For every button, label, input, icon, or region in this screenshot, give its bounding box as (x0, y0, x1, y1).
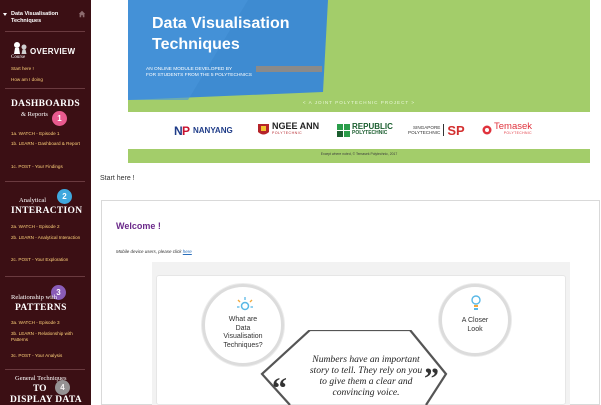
section-4-badge: 4 (55, 380, 70, 395)
temasek-mark (482, 125, 492, 135)
section-heading-start-here: Start here ! (100, 175, 135, 182)
quote-line4: convincing voice. (332, 387, 400, 398)
sp-text-2: POLYTECHNIC (408, 130, 441, 135)
section-1-subtitle: & Reports (21, 111, 48, 118)
course-sidebar: Data Visualisation Techniques OVERVIEW C… (0, 0, 91, 405)
what-are-line1: What are (228, 316, 258, 323)
section-1-title: DASHBOARDS (11, 99, 80, 109)
link-1a[interactable]: 1a. WATCH - Episode 1 (11, 131, 87, 137)
nyp-logo-text: NANYANG (193, 125, 233, 135)
link-3b[interactable]: 3b. LEARN - Relationship with Patterns (11, 331, 87, 342)
section-3-subtitle: Relationship with (11, 294, 58, 301)
republic-logo: REPUBLIC POLYTECHNIC (337, 122, 393, 138)
app-root: Data Visualisation Techniques OVERVIEW C… (0, 0, 601, 405)
mobile-note: Mobile device users, please click here (116, 249, 192, 254)
link-2b[interactable]: 2b. LEARN - Analytical Interaction (11, 235, 87, 241)
lightbulb-icon (471, 295, 481, 310)
divider (5, 31, 85, 32)
mobile-note-text: Mobile device users, please click (116, 249, 183, 254)
closer-look-line1: A Closer (461, 317, 489, 324)
divider (5, 369, 85, 370)
republic-mark (337, 123, 350, 137)
banner-subtitle-line1: AN ONLINE MODULE DEVELOPED BY (146, 67, 233, 72)
ngee-ann-crest (258, 123, 269, 134)
divider (5, 88, 85, 89)
sp-mark: SP (447, 122, 465, 138)
link-2c[interactable]: 2c. POST - Your Exploration (11, 257, 87, 263)
link-start-here[interactable]: Start here ! (11, 66, 87, 72)
chess-pieces-icon (14, 42, 27, 54)
section-1-badge: 1 (52, 111, 67, 126)
quote-line3: to give them a clear and (319, 376, 413, 387)
sparkle-icon (237, 297, 253, 311)
what-are-line3: Visualisation (223, 333, 263, 340)
link-1b[interactable]: 1b. LEARN - Dashboard & Report (11, 141, 87, 147)
link-3a[interactable]: 3a. WATCH - Episode 3 (11, 320, 87, 326)
closer-look-line2: Look (467, 325, 483, 333)
link-2a[interactable]: 2a. WATCH - Episode 2 (11, 224, 87, 230)
link-3c[interactable]: 3c. POST - Your Analysis (11, 353, 87, 359)
a-closer-look-button[interactable]: A Closer Look (439, 284, 511, 356)
section-4-title-to: TO (33, 384, 47, 394)
temasek-logo: Temasek POLYTECHNIC (482, 122, 532, 138)
section-3-title: PATTERNS (15, 303, 67, 313)
what-are-line4: Techniques? (223, 341, 263, 349)
sp-logo: SINGAPORE POLYTECHNIC SP (408, 122, 465, 138)
divider (5, 181, 85, 182)
republic-sub: POLYTECHNIC (352, 130, 388, 136)
sp-divider (443, 124, 445, 136)
overview-heading: OVERVIEW (30, 47, 76, 56)
course-title[interactable]: Data Visualisation Techniques (11, 11, 71, 25)
banner-title-line1: Data Visualisation (152, 15, 290, 32)
nyp-logo: N P NANYANG (174, 122, 233, 138)
ngee-ann-text: NGEE ANN (272, 121, 320, 131)
link-1c[interactable]: 1c. POST - Your Findings (11, 164, 87, 170)
banner-title-line2: Techniques (152, 36, 240, 53)
collapse-icon[interactable] (3, 13, 7, 16)
copyright-notice: Except where noted, © Temasek Polytechni… (320, 152, 398, 156)
ngee-ann-logo: NGEE ANN POLYTECHNIC (258, 122, 319, 138)
what-are-line2: Data (235, 324, 251, 332)
joint-project-label: < A JOINT POLYTECHNIC PROJECT > (302, 100, 416, 105)
quote-line2: story to tell. They rely on you (309, 365, 423, 376)
nyp-logo-mark: N P (174, 124, 190, 136)
ngee-ann-sub: POLYTECHNIC (272, 131, 303, 135)
svg-text:P: P (182, 124, 190, 136)
what-are-dv-techniques-button[interactable]: What are Data Visualisation Techniques? (202, 284, 284, 366)
link-how-am-i-doing[interactable]: How am I doing (11, 77, 87, 83)
home-icon[interactable] (78, 10, 86, 18)
welcome-heading: Welcome ! (116, 221, 161, 231)
banner-subtitle-line2: FOR STUDENTS FROM THE 5 POLYTECHNICS (146, 73, 252, 78)
section-2-title: INTERACTION (11, 206, 83, 216)
divider (5, 276, 85, 277)
quote-line1: Numbers have an important (312, 354, 420, 365)
section-4-title: DISPLAY DATA (10, 395, 82, 405)
mobile-link[interactable]: here (183, 249, 192, 254)
redaction-bar (256, 66, 322, 72)
section-2-badge: 2 (57, 189, 72, 204)
republic-text: REPUBLIC (352, 122, 393, 131)
svg-text:“: “ (272, 376, 287, 396)
temasek-text: Temasek (494, 121, 533, 132)
overview-sub: Course (11, 55, 26, 60)
section-2-subtitle: Analytical (19, 197, 47, 204)
